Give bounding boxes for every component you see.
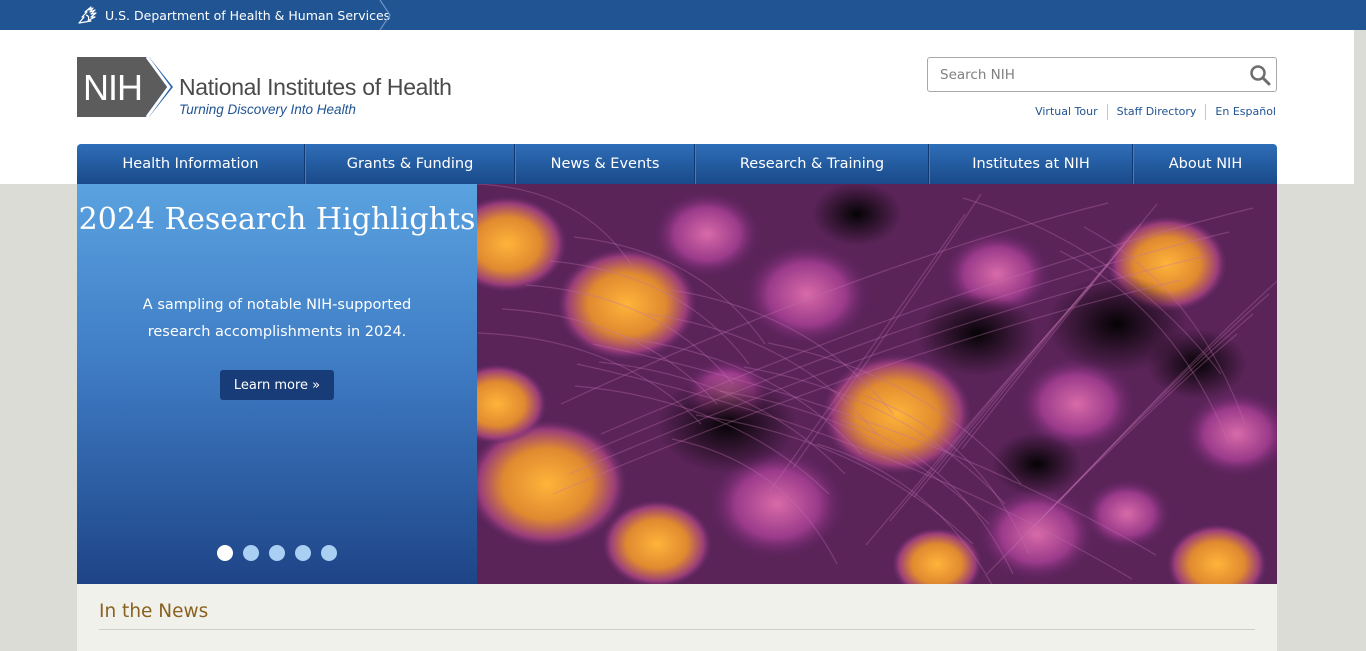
carousel-dot-5[interactable] bbox=[321, 545, 337, 561]
in-the-news-section: In the News bbox=[77, 584, 1277, 651]
page-edge bbox=[1354, 30, 1366, 651]
virtual-tour-link[interactable]: Virtual Tour bbox=[1026, 104, 1107, 120]
carousel-dots bbox=[217, 545, 337, 561]
nih-logo[interactable]: NIH National Institutes of Health Turnin… bbox=[77, 57, 452, 117]
news-heading: In the News bbox=[99, 601, 209, 622]
search-box bbox=[927, 57, 1277, 92]
hhs-chevron-icon bbox=[379, 0, 391, 30]
carousel-dot-1[interactable] bbox=[217, 545, 233, 561]
search-input[interactable] bbox=[928, 58, 1238, 91]
hero-carousel: 2024 Research Highlights A sampling of n… bbox=[77, 184, 1277, 584]
hero-panel: 2024 Research Highlights A sampling of n… bbox=[77, 184, 477, 584]
hero-text: A sampling of notable NIH-supported rese… bbox=[142, 297, 412, 340]
logo-tagline: Turning Discovery Into Health bbox=[179, 102, 356, 117]
nav-news-events[interactable]: News & Events bbox=[515, 144, 695, 184]
hhs-top-bar: U.S. Department of Health & Human Servic… bbox=[0, 0, 1366, 30]
carousel-dot-3[interactable] bbox=[269, 545, 285, 561]
hhs-eagle-icon bbox=[78, 6, 97, 24]
hhs-label: U.S. Department of Health & Human Servic… bbox=[105, 7, 391, 23]
nav-about-nih[interactable]: About NIH bbox=[1133, 144, 1277, 184]
hhs-link[interactable]: U.S. Department of Health & Human Servic… bbox=[77, 0, 390, 30]
en-espanol-link[interactable]: En Español bbox=[1205, 104, 1276, 120]
cell-microscopy-image bbox=[477, 184, 1277, 584]
carousel-dot-2[interactable] bbox=[243, 545, 259, 561]
nav-research-training[interactable]: Research & Training bbox=[695, 144, 929, 184]
nih-logo-letters: NIH bbox=[83, 67, 142, 108]
nih-logo-mark: NIH bbox=[77, 57, 173, 117]
learn-more-button[interactable]: Learn more » bbox=[220, 370, 334, 400]
nav-grants-funding[interactable]: Grants & Funding bbox=[305, 144, 515, 184]
logo-title: National Institutes of Health bbox=[179, 74, 452, 100]
carousel-dot-4[interactable] bbox=[295, 545, 311, 561]
utility-links: Virtual Tour Staff Directory En Español bbox=[1026, 104, 1276, 120]
search-icon[interactable] bbox=[1249, 64, 1271, 86]
nav-health-information[interactable]: Health Information bbox=[77, 144, 305, 184]
main-nav: Health Information Grants & Funding News… bbox=[77, 144, 1277, 184]
staff-directory-link[interactable]: Staff Directory bbox=[1106, 104, 1206, 120]
logo-text: National Institutes of Health Turning Di… bbox=[179, 74, 479, 117]
nav-institutes-at-nih[interactable]: Institutes at NIH bbox=[929, 144, 1133, 184]
hero-title: 2024 Research Highlights bbox=[78, 202, 476, 237]
hero-image bbox=[477, 184, 1277, 584]
news-divider bbox=[99, 629, 1255, 630]
